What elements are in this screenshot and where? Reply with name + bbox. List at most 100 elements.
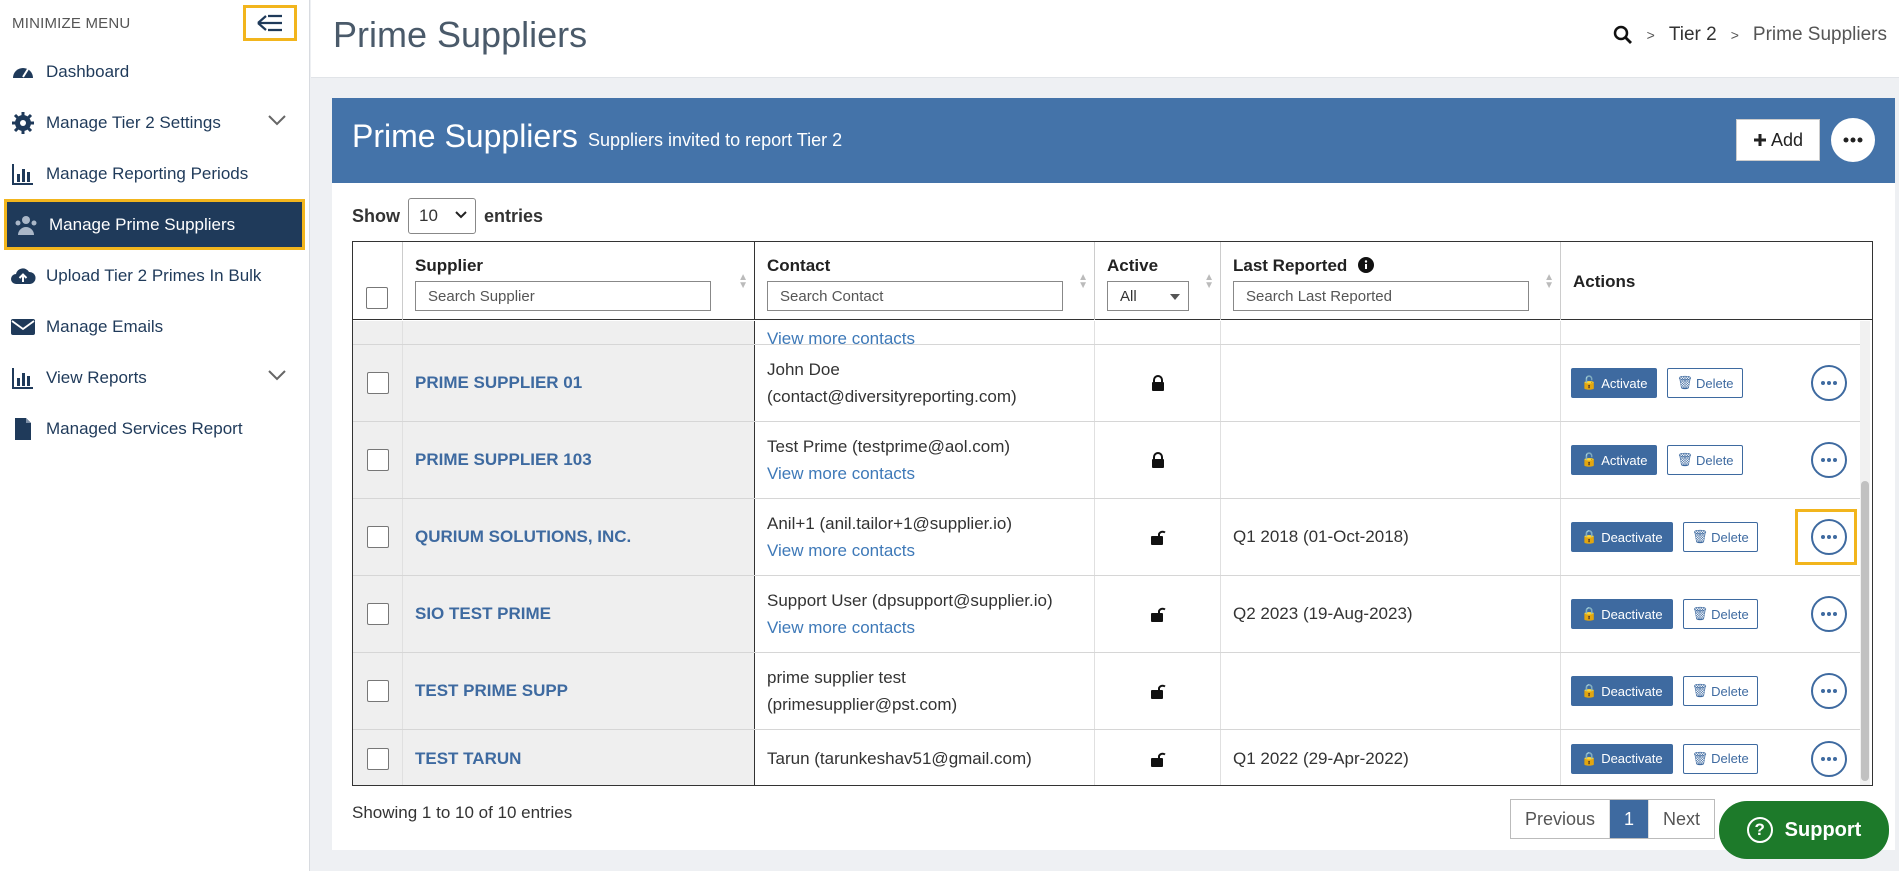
row-more-options-button[interactable] <box>1811 519 1847 555</box>
row-supplier-cell <box>403 321 755 344</box>
deactivate-button[interactable]: 🔒 Deactivate <box>1571 522 1673 552</box>
delete-button[interactable]: 🗑 Delete <box>1667 445 1743 475</box>
row-checkbox[interactable] <box>366 680 389 702</box>
lock-icon: 🔒 <box>1581 683 1598 698</box>
row-contact-cell: John Doe (contact@diversityreporting.com… <box>755 345 1095 421</box>
row-checkbox[interactable] <box>366 372 389 394</box>
row-more-options-button[interactable] <box>1811 596 1847 632</box>
supplier-name-link[interactable]: TEST TARUN <box>403 730 755 785</box>
breadcrumb: > Tier 2 > Prime Suppliers <box>1613 24 1887 46</box>
support-button[interactable]: ? Support <box>1719 801 1889 859</box>
activate-button[interactable]: 🔓 Activate <box>1571 368 1658 398</box>
deactivate-button[interactable]: 🔒 Deactivate <box>1571 599 1673 629</box>
sidebar-item-manage-prime-suppliers[interactable]: Manage Prime Suppliers <box>4 199 305 250</box>
activate-button-label: Activate <box>1601 375 1648 391</box>
row-more-options-button[interactable] <box>1811 740 1847 777</box>
ellipsis-icon <box>1821 689 1837 693</box>
row-checkbox[interactable] <box>366 747 389 770</box>
active-filter-select[interactable]: All <box>1107 281 1189 311</box>
delete-button-label: Delete <box>1711 606 1749 622</box>
sidebar-item-manage-emails[interactable]: Manage Emails <box>0 301 309 352</box>
supplier-name-link[interactable]: PRIME SUPPLIER 103 <box>403 422 755 498</box>
view-more-contacts-link[interactable]: View more contacts <box>767 460 915 487</box>
delete-button[interactable]: 🗑 Delete <box>1682 743 1758 774</box>
unlock-icon: 🔓 <box>1581 452 1598 467</box>
sort-icon: ▲ ▼ <box>1544 272 1554 291</box>
row-active-cell <box>1095 499 1221 575</box>
panel-more-options-button[interactable] <box>1831 118 1875 162</box>
prime-suppliers-panel: Prime Suppliers Suppliers invited to rep… <box>332 98 1895 850</box>
row-active-cell <box>1095 422 1221 498</box>
last-reported-value <box>1221 345 1561 421</box>
next-page-button[interactable]: Next <box>1649 800 1714 838</box>
header-supplier[interactable]: Supplier Search Supplier ▲ ▼ <box>403 242 755 320</box>
sidebar-item-label: Manage Emails <box>46 316 164 336</box>
row-checkbox[interactable] <box>366 526 389 548</box>
minimize-menu-button[interactable] <box>243 5 297 41</box>
entries-per-page-select[interactable]: 10 <box>408 198 476 234</box>
panel-header: Prime Suppliers Suppliers invited to rep… <box>332 98 1895 183</box>
row-contact-cell: View more contacts <box>755 321 1095 344</box>
sidebar-item-manage-tier2-settings[interactable]: Manage Tier 2 Settings <box>0 97 309 148</box>
header-select-all-cell <box>353 242 403 320</box>
sidebar-item-label: Manage Tier 2 Settings <box>46 112 221 132</box>
pagination: Previous 1 Next <box>1510 799 1716 839</box>
select-all-checkbox[interactable] <box>366 287 388 309</box>
search-last-reported-input[interactable]: Search Last Reported <box>1233 281 1529 311</box>
row-checkbox[interactable] <box>366 603 389 625</box>
ellipsis-icon <box>1821 535 1837 539</box>
add-button[interactable]: Add <box>1736 119 1820 161</box>
last-reported-value: Q1 2022 (29-Apr-2022) <box>1221 730 1561 785</box>
row-more-options-button[interactable] <box>1811 365 1847 401</box>
contact-line: Anil+1 (anil.tailor+1@supplier.io) <box>767 514 1012 533</box>
lock-open-icon <box>1150 607 1166 622</box>
page-1-button[interactable]: 1 <box>1610 800 1650 838</box>
delete-button-label: Delete <box>1695 452 1734 468</box>
search-supplier-input[interactable]: Search Supplier <box>415 281 711 311</box>
sidebar-item-dashboard[interactable]: Dashboard <box>0 46 309 97</box>
page-title: Prime Suppliers <box>333 14 588 55</box>
header-active[interactable]: Active All ▲ ▼ <box>1095 242 1221 320</box>
row-checkbox[interactable] <box>366 449 389 471</box>
lock-closed-icon <box>1151 452 1164 468</box>
activate-button[interactable]: 🔓 Activate <box>1571 445 1658 475</box>
delete-button[interactable]: 🗑 Delete <box>1682 522 1758 552</box>
table-scrollbar[interactable] <box>1860 321 1870 785</box>
row-checkbox-cell <box>353 422 403 498</box>
sidebar-item-view-reports[interactable]: View Reports <box>0 352 309 403</box>
row-actions-cell: 🔒 Deactivate 🗑 Delete <box>1561 576 1861 652</box>
deactivate-button[interactable]: 🔒 Deactivate <box>1571 676 1673 706</box>
unlock-icon: 🔓 <box>1581 375 1598 390</box>
sidebar-item-upload-tier2-primes[interactable]: Upload Tier 2 Primes In Bulk <box>0 250 309 301</box>
row-more-options-button[interactable] <box>1811 673 1847 709</box>
supplier-name-link[interactable]: QURIUM SOLUTIONS, INC. <box>403 499 755 575</box>
lock-open-icon <box>1150 752 1166 767</box>
header-last-reported[interactable]: Last Reported Search Last Reported ▲ ▼ <box>1221 242 1561 320</box>
supplier-name-link[interactable]: SIO TEST PRIME <box>403 576 755 652</box>
previous-page-button[interactable]: Previous <box>1511 800 1611 838</box>
scrollbar-thumb[interactable] <box>1861 481 1869 781</box>
sidebar-item-manage-reporting-periods[interactable]: Manage Reporting Periods <box>0 148 309 199</box>
delete-button[interactable]: 🗑 Delete <box>1667 368 1743 398</box>
info-icon[interactable] <box>1358 257 1375 273</box>
sidebar-item-managed-services-report[interactable]: Managed Services Report <box>0 403 309 454</box>
supplier-name-link[interactable]: TEST PRIME SUPP <box>403 653 755 729</box>
delete-button[interactable]: 🗑 Delete <box>1682 676 1758 706</box>
row-more-options-button[interactable] <box>1811 442 1847 478</box>
view-more-contacts-link[interactable]: View more contacts <box>767 332 915 344</box>
search-contact-input[interactable]: Search Contact <box>767 281 1063 311</box>
sidebar-item-label: Manage Prime Suppliers <box>49 214 236 234</box>
supplier-name-link[interactable]: PRIME SUPPLIER 01 <box>403 345 755 421</box>
header-contact[interactable]: Contact Search Contact ▲ ▼ <box>755 242 1095 320</box>
view-more-contacts-link[interactable]: View more contacts <box>767 614 915 641</box>
deactivate-button[interactable]: 🔒 Deactivate <box>1571 743 1673 774</box>
search-icon[interactable] <box>1613 25 1633 45</box>
view-more-contacts-link[interactable]: View more contacts <box>767 537 915 564</box>
sort-icon: ▲ ▼ <box>1078 272 1088 291</box>
table-row: View more contacts <box>353 321 1861 345</box>
delete-button[interactable]: 🗑 Delete <box>1682 599 1758 629</box>
row-actions-cell <box>1561 321 1861 344</box>
lock-closed-icon <box>1151 375 1164 391</box>
breadcrumb-tier2[interactable]: Tier 2 <box>1669 24 1717 46</box>
last-reported-value: Q1 2018 (01-Oct-2018) <box>1221 499 1561 575</box>
